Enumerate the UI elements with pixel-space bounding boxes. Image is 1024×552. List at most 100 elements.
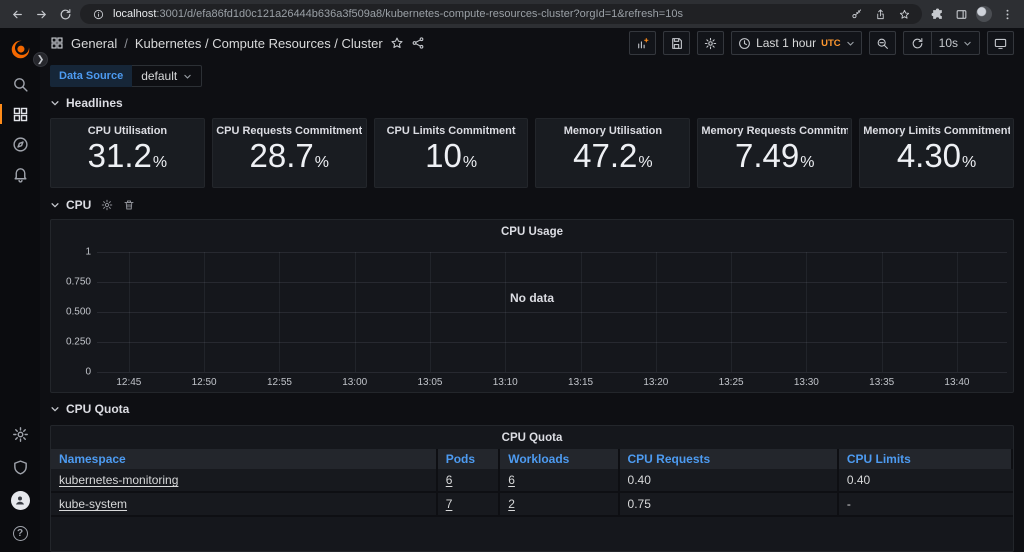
headline-stats-row: CPU Utilisation 31.2% CPU Requests Commi… (50, 118, 1014, 188)
row-delete-trash-icon[interactable] (123, 199, 135, 211)
stat-value: 7.49 (734, 137, 800, 174)
sidebar: ? (0, 28, 40, 552)
dashboards-icon[interactable] (0, 99, 40, 129)
sidebar-expand-chevron[interactable]: ❯ (33, 52, 48, 67)
y-tick: 0.500 (65, 306, 91, 318)
pods-link[interactable]: 6 (446, 473, 453, 487)
workloads-link[interactable]: 6 (508, 473, 515, 487)
datasource-variable-value: default (141, 69, 178, 83)
x-tick: 13:20 (643, 377, 669, 388)
workloads-link[interactable]: 2 (508, 497, 515, 511)
breadcrumb: General / Kubernetes / Compute Resources… (50, 36, 425, 51)
chevron-down-icon (50, 200, 60, 210)
profile-avatar[interactable] (976, 6, 992, 22)
menu-dots-icon[interactable] (998, 5, 1016, 23)
refresh-interval-dropdown[interactable]: 10s (930, 32, 979, 54)
address-bar[interactable]: localhost:3001/d/efa86fd1d0c121a26444b63… (80, 4, 922, 24)
screen: localhost:3001/d/efa86fd1d0c121a26444b63… (0, 0, 1024, 552)
time-range-label: Last 1 hour (756, 36, 817, 50)
stat-title: Memory Utilisation (563, 125, 663, 137)
side-panel-icon[interactable] (952, 5, 970, 23)
explore-compass-icon[interactable] (0, 129, 40, 159)
column-header-pods[interactable]: Pods (438, 449, 501, 469)
stat-unit: % (800, 154, 815, 171)
reload-icon[interactable] (56, 5, 74, 23)
table-header-row: Namespace Pods Workloads CPU Requests CP… (51, 449, 1013, 469)
time-range-picker[interactable]: Last 1 hour UTC (731, 31, 862, 55)
stat-panel-memory-utilisation[interactable]: Memory Utilisation 47.2% (535, 118, 691, 188)
section-headlines[interactable]: Headlines (50, 95, 1014, 111)
stat-panel-cpu-limits[interactable]: CPU Limits Commitment 10% (373, 118, 529, 188)
stat-value: 31.2 (87, 137, 152, 174)
namespace-link[interactable]: kubernetes-monitoring (59, 473, 178, 487)
chevron-down-icon (50, 98, 60, 108)
site-info-icon[interactable] (89, 5, 107, 23)
refresh-interval-label: 10s (938, 36, 958, 50)
stat-value: 4.30 (896, 137, 962, 174)
column-header-cpu-requests[interactable]: CPU Requests (620, 449, 839, 469)
table-title: CPU Quota (501, 432, 563, 444)
search-icon[interactable] (0, 69, 40, 99)
grafana-app: ? ❯ General / Kubernetes / Compute Resou… (0, 28, 1024, 552)
share-icon[interactable] (871, 5, 889, 23)
stat-unit: % (638, 154, 653, 171)
url-path: :3001/d/efa86fd1d0c121a26444b636a3f509a8… (156, 8, 683, 20)
section-cpu-quota[interactable]: CPU Quota (50, 401, 1014, 417)
password-key-icon[interactable] (847, 5, 865, 23)
section-cpu[interactable]: CPU (50, 197, 1014, 213)
main-content: General / Kubernetes / Compute Resources… (40, 28, 1024, 552)
y-axis-labels: 1 0.750 0.500 0.250 0 (51, 247, 91, 378)
pods-link[interactable]: 7 (446, 497, 453, 511)
row-settings-gear-icon[interactable] (101, 199, 113, 211)
column-header-workloads[interactable]: Workloads (500, 449, 620, 469)
dashboard-settings-button[interactable] (697, 31, 725, 55)
back-icon[interactable] (8, 5, 26, 23)
breadcrumb-dashboard-title[interactable]: Kubernetes / Compute Resources / Cluster (135, 36, 383, 51)
plot-area (97, 252, 1007, 373)
breadcrumb-folder[interactable]: General (71, 36, 117, 51)
kiosk-tv-button[interactable] (987, 31, 1014, 55)
refresh-button[interactable] (904, 32, 931, 54)
stat-panel-cpu-utilisation[interactable]: CPU Utilisation 31.2% (50, 118, 205, 188)
no-data-message: No data (509, 291, 555, 305)
forward-icon[interactable] (32, 5, 50, 23)
configuration-gear-icon[interactable] (0, 419, 40, 449)
stat-title: Memory Limits Commitment (863, 125, 1010, 137)
stat-panel-memory-requests[interactable]: Memory Requests Commitm... 7.49% (697, 118, 853, 188)
stat-title: CPU Utilisation (87, 125, 168, 137)
stat-unit: % (152, 154, 168, 171)
favorite-star-icon[interactable] (390, 36, 404, 50)
extensions-icon[interactable] (928, 5, 946, 23)
stat-title: CPU Requests Commitment (216, 125, 363, 137)
zoom-out-button[interactable] (868, 31, 896, 55)
cpu-requests-value: 0.40 (620, 469, 839, 491)
cpu-quota-panel: CPU Quota Namespace Pods Workloads CPU R… (50, 425, 1014, 552)
save-dashboard-button[interactable] (663, 31, 691, 55)
stat-unit: % (962, 154, 977, 171)
cpu-usage-panel[interactable]: CPU Usage 1 0.750 0.500 0.250 0 12:45 12… (50, 219, 1014, 393)
column-header-namespace[interactable]: Namespace (51, 449, 438, 469)
x-tick: 13:15 (568, 377, 594, 388)
column-header-cpu-limits[interactable]: CPU Limits (839, 449, 1013, 469)
timezone-label: UTC (821, 37, 841, 49)
datasource-variable-dropdown[interactable]: default (132, 65, 203, 87)
alerting-bell-icon[interactable] (0, 159, 40, 189)
datasource-variable-label: Data Source (50, 65, 133, 87)
x-tick: 12:50 (191, 377, 217, 388)
section-cpu-title: CPU (66, 198, 92, 212)
stat-panel-memory-limits[interactable]: Memory Limits Commitment 4.30% (859, 118, 1014, 188)
x-tick: 13:00 (342, 377, 368, 388)
stat-title: Memory Requests Commitm... (701, 125, 849, 137)
stat-panel-cpu-requests[interactable]: CPU Requests Commitment 28.7% (211, 118, 367, 188)
share-dashboard-icon[interactable] (411, 36, 425, 50)
namespace-link[interactable]: kube-system (59, 497, 127, 511)
help-icon[interactable]: ? (0, 518, 40, 548)
server-admin-shield-icon[interactable] (0, 452, 40, 482)
add-panel-button[interactable] (629, 31, 657, 55)
refresh-group: 10s (902, 31, 980, 55)
browser-toolbar: localhost:3001/d/efa86fd1d0c121a26444b63… (0, 0, 1024, 28)
x-axis-labels: 12:45 12:50 12:55 13:00 13:05 13:10 13:1… (97, 377, 1007, 391)
url-host: localhost (113, 8, 157, 20)
bookmark-star-icon[interactable] (895, 5, 913, 23)
user-avatar-icon[interactable] (0, 485, 40, 515)
